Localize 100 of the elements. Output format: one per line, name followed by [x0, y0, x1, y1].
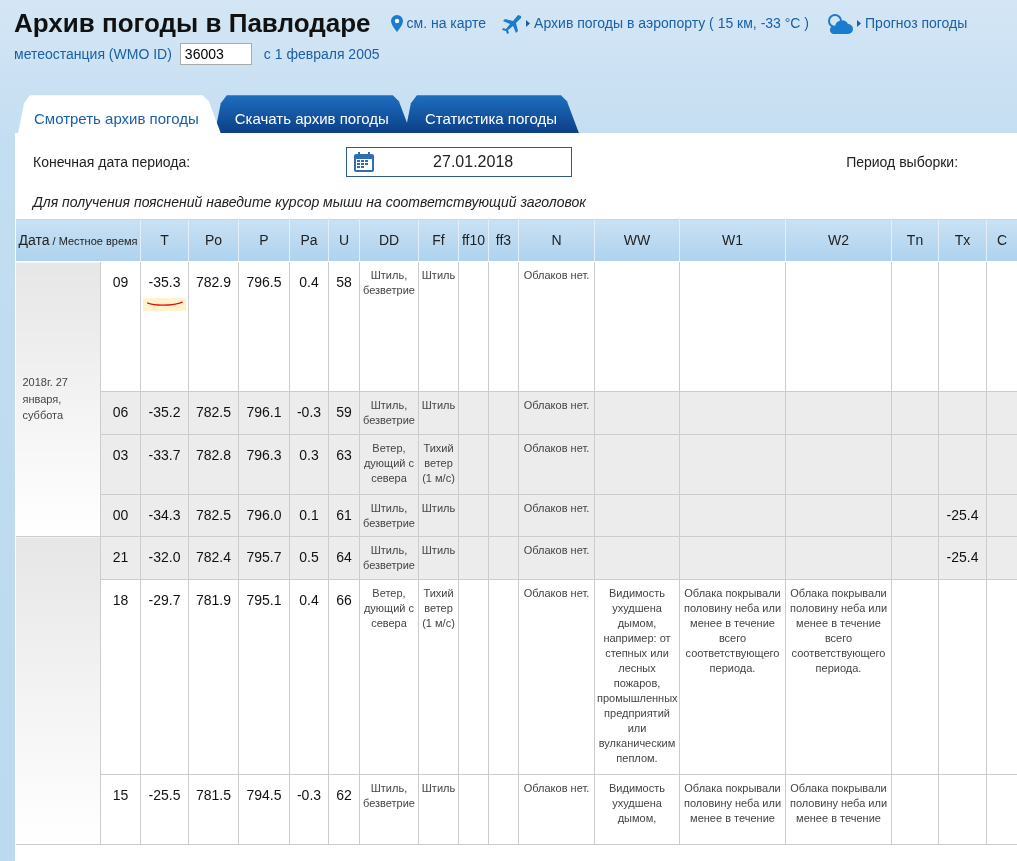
table-cell: -0.3	[289, 774, 329, 845]
table-cell: 782.4	[188, 536, 239, 580]
table-cell: Ветер, дующий с севера	[359, 579, 419, 775]
table-cell: Облаков нет.	[518, 261, 595, 392]
table-cell: Облаков нет.	[518, 774, 595, 845]
table-cell: Видимость ухудшена дымом, например: от степных или лесных пожаров, промышленных предприятий или вулканическим пеплом.	[594, 579, 680, 775]
column-header[interactable]: Tx	[938, 218, 987, 262]
date-cell: 2018г. 27 января, суббота	[15, 261, 101, 537]
column-header[interactable]: С	[986, 218, 1017, 262]
table-cell: -33.7	[140, 434, 189, 495]
table-cell: Ветер, дующий с севера	[359, 434, 419, 495]
station-label[interactable]: метеостанция (WMO ID)	[14, 43, 172, 65]
table-cell: Видимость ухудшена дымом,	[594, 774, 680, 845]
table-cell: 0.1	[289, 494, 329, 537]
column-header[interactable]: ff10	[458, 218, 489, 262]
table-cell: Штиль, безветрие	[359, 391, 419, 435]
table-cell: 781.5	[188, 774, 239, 845]
table-cell: Штиль	[418, 391, 459, 435]
table-cell: 03	[100, 434, 141, 495]
table-cell: Штиль	[418, 261, 459, 392]
table-cell: 781.9	[188, 579, 239, 775]
table-cell: -25.4	[938, 536, 987, 580]
table-cell: 66	[328, 579, 360, 775]
table-cell: -34.3	[140, 494, 189, 537]
column-header[interactable]: Tn	[891, 218, 939, 262]
forecast-link[interactable]: Прогноз погоды	[865, 13, 968, 35]
table-cell: Штиль, безветрие	[359, 774, 419, 845]
table-cell: Штиль	[418, 536, 459, 580]
local-time-heading: / Местное время	[51, 234, 138, 247]
table-cell: 21	[100, 536, 141, 580]
column-header[interactable]: N	[518, 218, 595, 262]
column-header[interactable]: DD	[359, 218, 419, 262]
table-cell: Облаков нет.	[518, 536, 595, 580]
table-cell: Облаков нет.	[518, 434, 595, 495]
table-cell: 0.4	[289, 261, 329, 392]
table-cell: 06	[100, 391, 141, 435]
column-header[interactable]: ff3	[488, 218, 519, 262]
page-title: Архив погоды в Павлодаре	[14, 8, 371, 40]
end-date-field[interactable]: 27.01.2018	[346, 147, 573, 178]
column-header[interactable]: Po	[188, 218, 239, 262]
table-cell: 782.5	[188, 494, 239, 537]
table-cell: 796.3	[238, 434, 290, 495]
table-cell: 15	[100, 774, 141, 845]
wmo-id-field[interactable]: 36003	[179, 43, 252, 66]
table-cell: Тихий ветер (1 м/с)	[418, 434, 459, 495]
column-header[interactable]: T	[140, 218, 189, 262]
column-header[interactable]: Ff	[418, 218, 459, 262]
column-header[interactable]: P	[238, 218, 290, 262]
table-cell: -25.5	[140, 774, 189, 845]
table-cell: 795.1	[238, 579, 290, 775]
date-heading: Дата	[18, 231, 50, 248]
table-cell: Штиль, безветрие	[359, 261, 419, 392]
table-cell: 794.5	[238, 774, 290, 845]
table-cell: -0.3	[289, 391, 329, 435]
table-cell: Облака покрывали половину неба или менее в течение	[679, 774, 786, 845]
table-cell: Облаков нет.	[518, 494, 595, 537]
table-cell: Облака покрывали половину неба или менее в течение всего соответствующего периода.	[785, 579, 892, 775]
table-cell: -32.0	[140, 536, 189, 580]
table-cell: Облака покрывали половину неба или менее в течение всего соответствующего периода.	[679, 579, 786, 775]
caret-icon	[857, 20, 862, 28]
table-cell: -25.4	[938, 494, 987, 537]
table-cell: Штиль, безветрие	[359, 536, 419, 580]
table-cell: Облаков нет.	[518, 391, 595, 435]
table-cell: 0.3	[289, 434, 329, 495]
table-cell: 782.5	[188, 391, 239, 435]
column-header[interactable]: W2	[785, 218, 892, 262]
table-cell: Облака покрывали половину неба или менее в течение	[785, 774, 892, 845]
table-cell: 63	[328, 434, 360, 495]
table-cell: -29.7	[140, 579, 189, 775]
table-cell: Тихий ветер (1 м/с)	[418, 579, 459, 775]
table-cell: 09	[100, 261, 141, 392]
column-header[interactable]: Pa	[289, 218, 329, 262]
table-cell: 782.9	[188, 261, 239, 392]
table-cell: 795.7	[238, 536, 290, 580]
table-cell: 0.5	[289, 536, 329, 580]
table-cell: 796.0	[238, 494, 290, 537]
map-link[interactable]: см. на карте	[406, 13, 487, 35]
table-cell: 782.8	[188, 434, 239, 495]
table-cell: -35.3	[140, 261, 189, 392]
column-header[interactable]: WW	[594, 218, 680, 262]
column-header[interactable]: W1	[679, 218, 786, 262]
cloud-sun-icon[interactable]	[825, 12, 854, 35]
table-cell: Штиль, безветрие	[359, 494, 419, 537]
caret-icon	[526, 20, 531, 28]
table-cell: 62	[328, 774, 360, 845]
table-cell: 58	[328, 261, 360, 392]
plane-icon[interactable]	[502, 13, 523, 34]
map-pin-icon[interactable]	[390, 15, 403, 33]
end-date-label: Конечная дата периода:	[33, 152, 191, 172]
period-label: Период выборки:	[846, 152, 959, 172]
table-cell: -35.2	[140, 391, 189, 435]
table-cell: Штиль	[418, 494, 459, 537]
table-cell: 18	[100, 579, 141, 775]
table-cell: Облаков нет.	[518, 579, 595, 775]
column-header[interactable]: U	[328, 218, 360, 262]
calendar-icon[interactable]	[353, 151, 376, 174]
since-date-link[interactable]: с 1 февраля 2005	[263, 43, 380, 65]
tab[interactable]: Смотреть архив погоды	[18, 95, 221, 134]
date-time-header[interactable]: Дата / Местное время	[15, 218, 141, 262]
airport-archive-link[interactable]: Архив погоды в аэропорту ( 15 км, -33 °C )	[534, 13, 810, 35]
